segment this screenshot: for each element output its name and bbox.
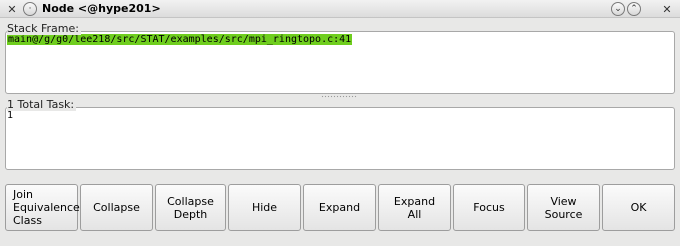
minimize-icon[interactable]: ⌄	[611, 2, 625, 16]
task-list-value[interactable]: 1	[7, 110, 13, 121]
tasks-panel[interactable]: 1	[5, 107, 675, 170]
button-bar: Join Equivalence Class Collapse Collapse…	[0, 183, 680, 233]
collapse-depth-button[interactable]: Collapse Depth	[155, 184, 226, 231]
join-equivalence-class-button[interactable]: Join Equivalence Class	[5, 184, 80, 231]
stack-frame-label: Stack Frame:	[7, 22, 81, 35]
app-x-icon[interactable]: ✕	[5, 2, 19, 16]
view-source-button[interactable]: View Source	[527, 184, 600, 231]
collapse-button[interactable]: Collapse	[80, 184, 153, 231]
tasks-label: 1 Total Task:	[7, 98, 77, 111]
title-bar: ✕ · Node <@hype201> ⌄ ⌃ ✕	[0, 0, 680, 18]
splitter-handle[interactable]	[321, 95, 357, 98]
expand-all-button[interactable]: Expand All	[378, 184, 451, 231]
expand-button[interactable]: Expand	[303, 184, 376, 231]
window-title: Node <@hype201>	[42, 2, 161, 15]
close-icon[interactable]: ✕	[660, 2, 674, 16]
ok-button[interactable]: OK	[602, 184, 675, 231]
hide-button[interactable]: Hide	[228, 184, 301, 231]
window-menu-icon[interactable]: ·	[23, 2, 37, 16]
focus-button[interactable]: Focus	[453, 184, 525, 231]
stack-frame-panel[interactable]: main@/g/g0/lee218/src/STAT/examples/src/…	[5, 31, 675, 94]
maximize-icon[interactable]: ⌃	[627, 2, 641, 16]
stack-frame-value[interactable]: main@/g/g0/lee218/src/STAT/examples/src/…	[7, 34, 353, 45]
